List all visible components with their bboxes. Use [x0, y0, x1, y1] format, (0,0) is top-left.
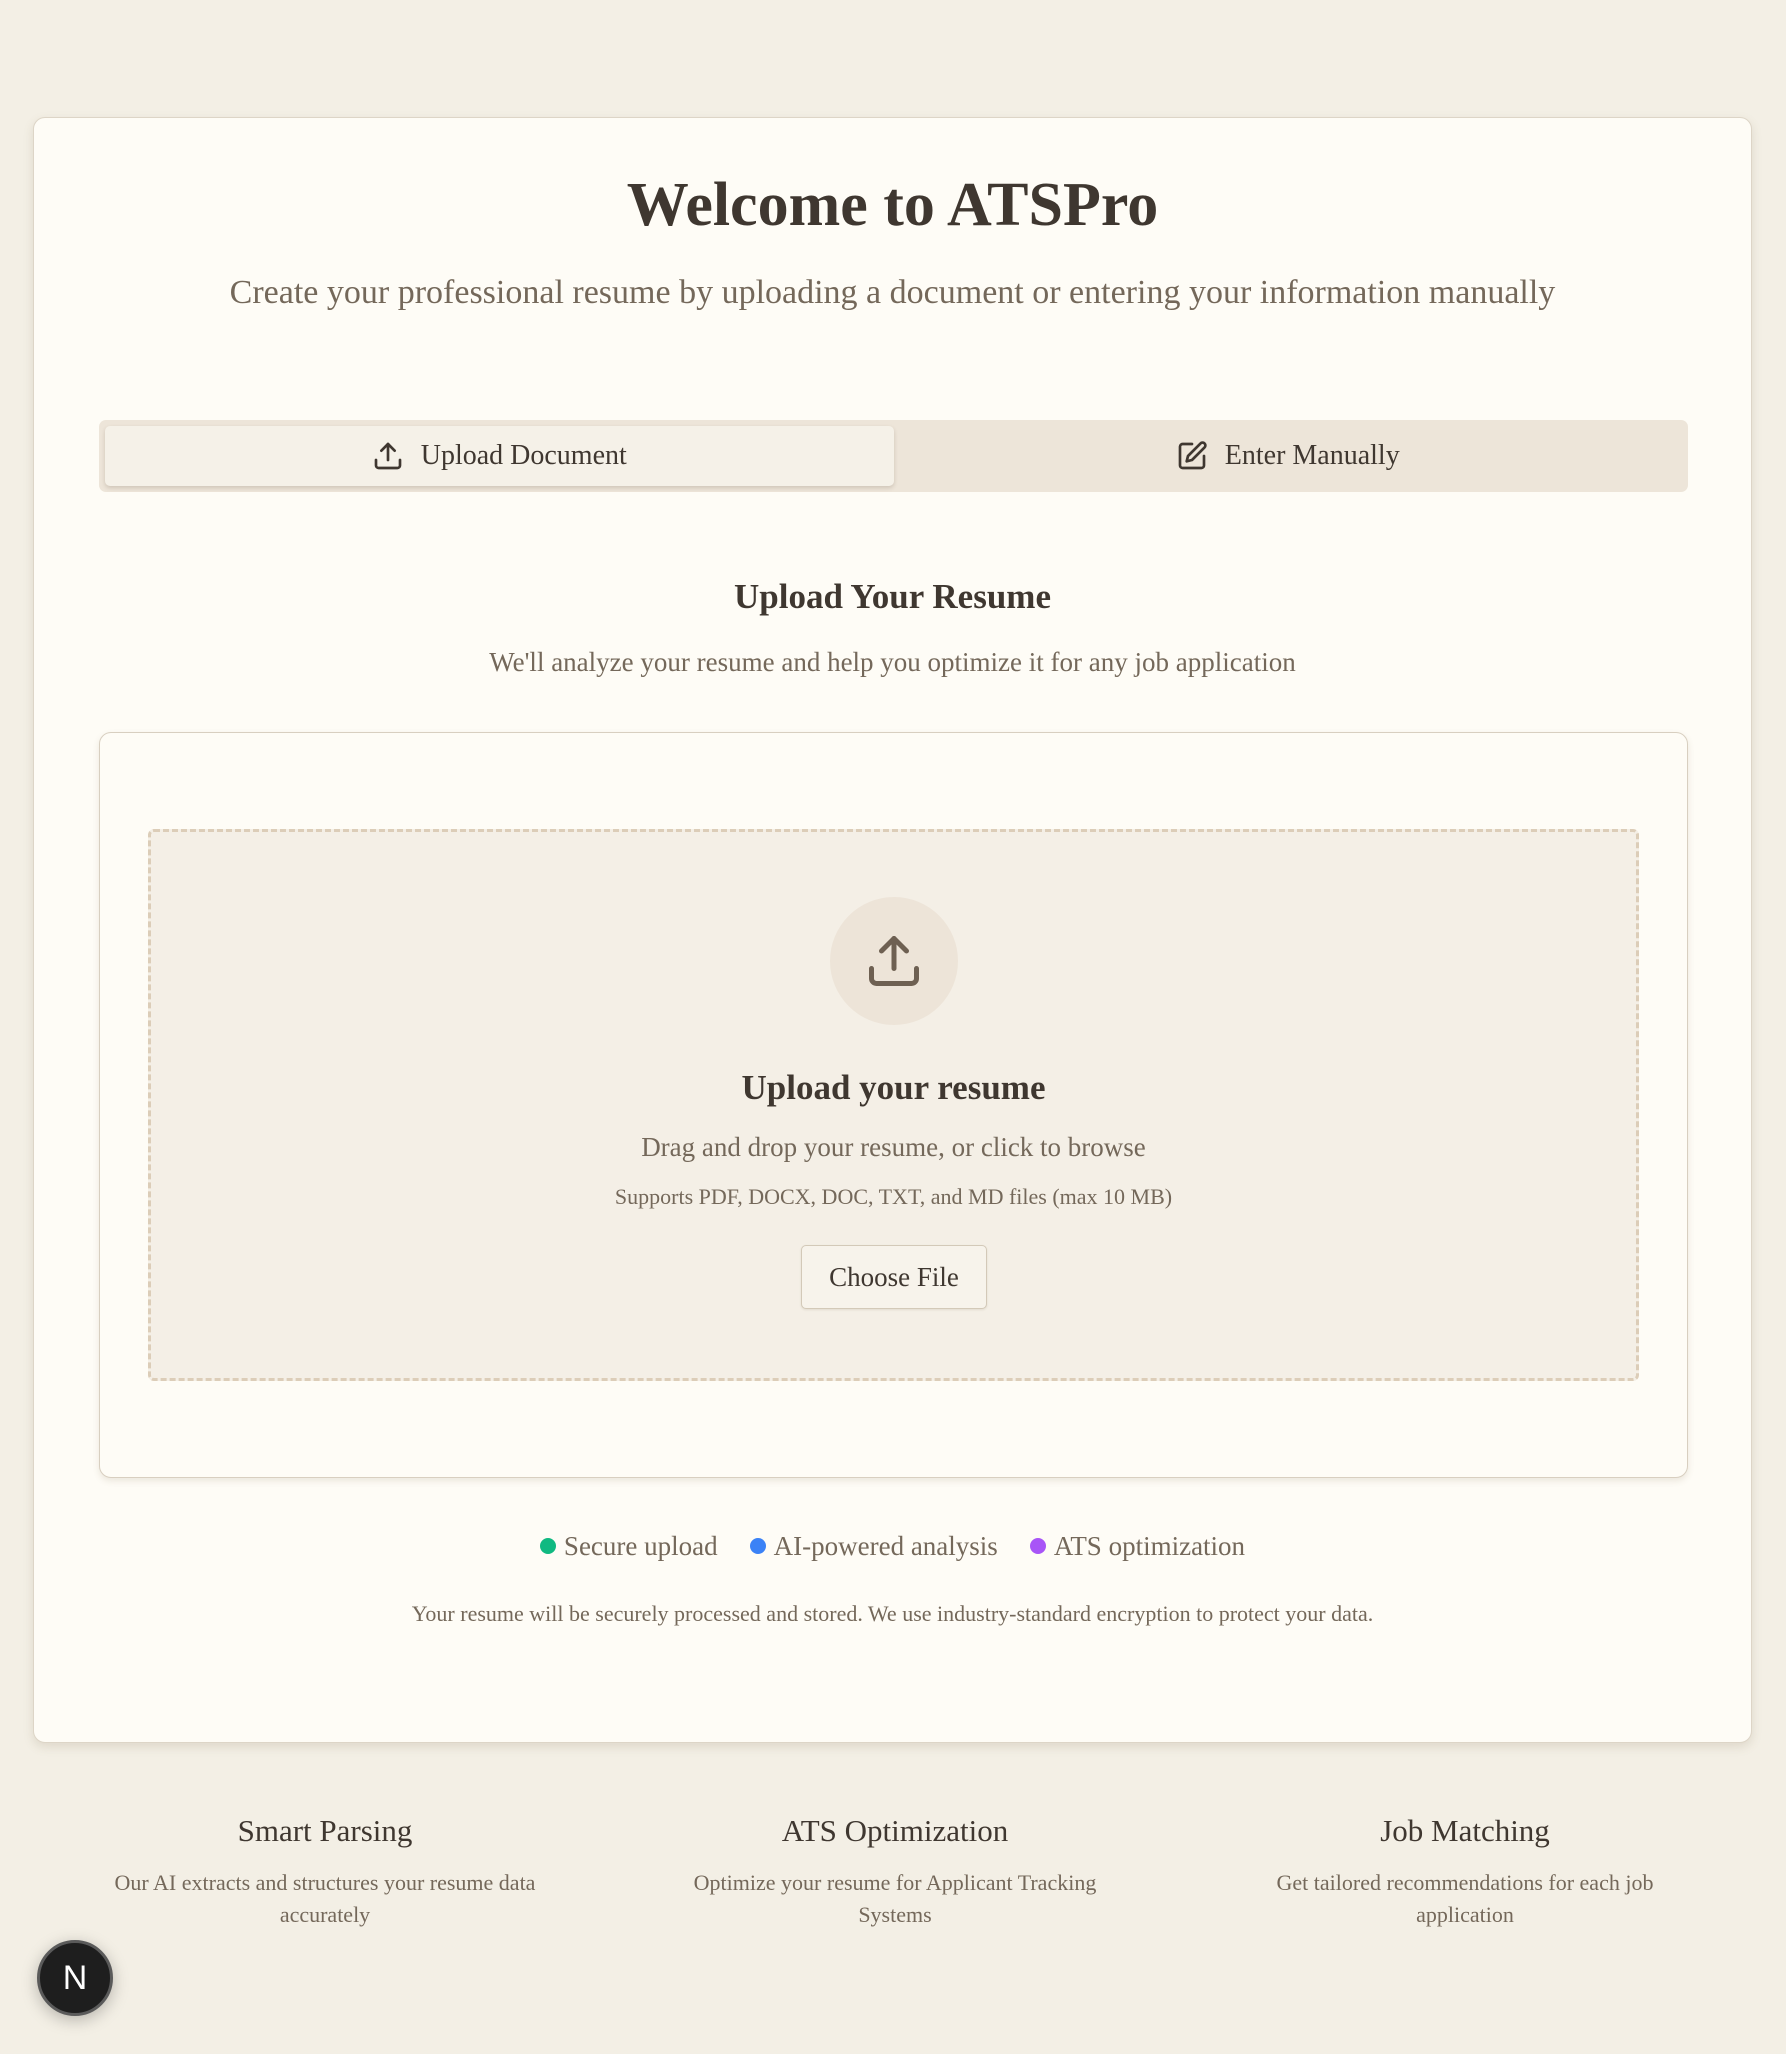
feature-job-matching: Job Matching Get tailored recommendation…	[1180, 1812, 1750, 1931]
edit-icon	[1176, 440, 1208, 472]
feature-smart-parsing: Smart Parsing Our AI extracts and struct…	[40, 1812, 610, 1931]
main-card: Welcome to ATSPro Create your profession…	[33, 117, 1752, 1743]
page-subtitle: Create your professional resume by uploa…	[229, 274, 1556, 311]
feature-title: Job Matching	[1380, 1813, 1550, 1848]
feature-label: Secure upload	[563, 1531, 718, 1561]
feature-secure-upload: Secure upload	[539, 1530, 718, 1562]
feature-description: Get tailored recommendations for each jo…	[1276, 1870, 1654, 1928]
dropzone-file-hint: Supports PDF, DOCX, DOC, TXT, and MD fil…	[614, 1184, 1173, 1209]
feature-ats-optimization-info: ATS Optimization Optimize your resume fo…	[610, 1812, 1180, 1931]
upload-card: Upload your resume Drag and drop your re…	[99, 732, 1688, 1478]
feature-ats-optimization: ATS optimization	[1029, 1530, 1246, 1562]
blue-dot-icon	[749, 1538, 766, 1555]
green-dot-icon	[539, 1538, 556, 1555]
dropzone-title: Upload your resume	[741, 1068, 1046, 1107]
tab-upload-document[interactable]: Upload Document	[105, 426, 894, 486]
tab-label: Enter Manually	[1224, 440, 1400, 471]
upload-icon	[372, 440, 404, 472]
feature-badges: Secure upload AI-powered analysis ATS op…	[34, 1530, 1751, 1562]
feature-title: Smart Parsing	[237, 1813, 413, 1848]
file-dropzone[interactable]: Upload your resume Drag and drop your re…	[148, 829, 1639, 1381]
feature-description: Our AI extracts and structures your resu…	[114, 1870, 536, 1928]
upload-icon	[830, 897, 958, 1025]
feature-label: AI-powered analysis	[773, 1531, 998, 1561]
bottom-features: Smart Parsing Our AI extracts and struct…	[40, 1812, 1750, 1931]
feature-ai-analysis: AI-powered analysis	[749, 1530, 998, 1562]
tab-enter-manually[interactable]: Enter Manually	[894, 426, 1683, 486]
dev-tools-badge[interactable]: N	[37, 1940, 113, 2016]
privacy-note: Your resume will be securely processed a…	[411, 1601, 1374, 1626]
section-title: Upload Your Resume	[734, 577, 1051, 616]
choose-file-button[interactable]: Choose File	[801, 1245, 987, 1309]
mode-tabs: Upload Document Enter Manually	[99, 420, 1688, 492]
tab-label: Upload Document	[420, 440, 627, 471]
purple-dot-icon	[1029, 1538, 1046, 1555]
feature-title: ATS Optimization	[781, 1813, 1009, 1848]
feature-label: ATS optimization	[1053, 1531, 1246, 1561]
dropzone-instructions: Drag and drop your resume, or click to b…	[641, 1132, 1146, 1162]
feature-description: Optimize your resume for Applicant Track…	[693, 1870, 1097, 1928]
section-subtitle: We'll analyze your resume and help you o…	[489, 647, 1296, 677]
page-title: Welcome to ATSPro	[626, 171, 1159, 239]
